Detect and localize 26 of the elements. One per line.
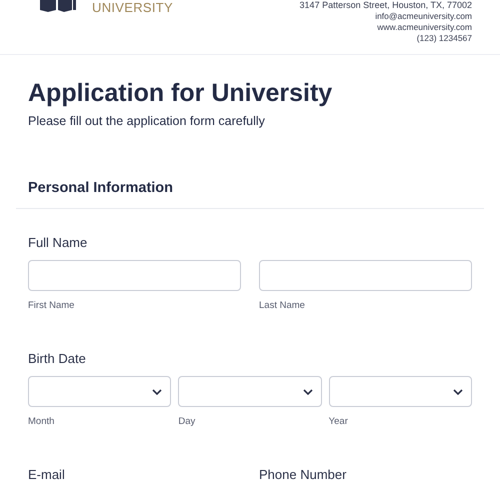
field-label: E-mail	[28, 467, 66, 482]
chevron-down-icon	[452, 388, 463, 394]
form-title: Application for University	[28, 79, 334, 108]
text-input[interactable]	[259, 260, 472, 291]
dropdown-select[interactable]	[178, 376, 322, 407]
book-logo-icon	[38, 0, 78, 12]
website-text: www.acmeuniversity.com	[377, 22, 472, 33]
field-sublabel: Day	[178, 416, 196, 427]
chevron-down-icon	[152, 388, 162, 394]
dropdown-select[interactable]	[28, 376, 172, 407]
section-heading: Personal Information	[28, 180, 174, 196]
address-text: 3147 Patterson Street, Houston, TX, 77002	[300, 0, 472, 11]
logo-text: UNIVERSITY	[92, 0, 174, 15]
dropdown-select[interactable]	[328, 376, 472, 407]
chevron-down-icon	[302, 388, 313, 394]
form-subtitle: Please fill out the application form carefully	[28, 114, 266, 128]
field-sublabel: Month	[28, 416, 56, 427]
phone-text: (123) 1234567	[416, 33, 472, 44]
field-label: Phone Number	[259, 467, 348, 482]
email-text: info@acmeuniversity.com	[375, 11, 472, 22]
text-input[interactable]	[28, 260, 241, 291]
field-sublabel: First Name	[28, 300, 76, 311]
field-sublabel: Year	[328, 416, 349, 427]
field-sublabel: Last Name	[259, 300, 306, 311]
field-label: Full Name	[28, 235, 88, 250]
field-label: Birth Date	[28, 351, 87, 366]
